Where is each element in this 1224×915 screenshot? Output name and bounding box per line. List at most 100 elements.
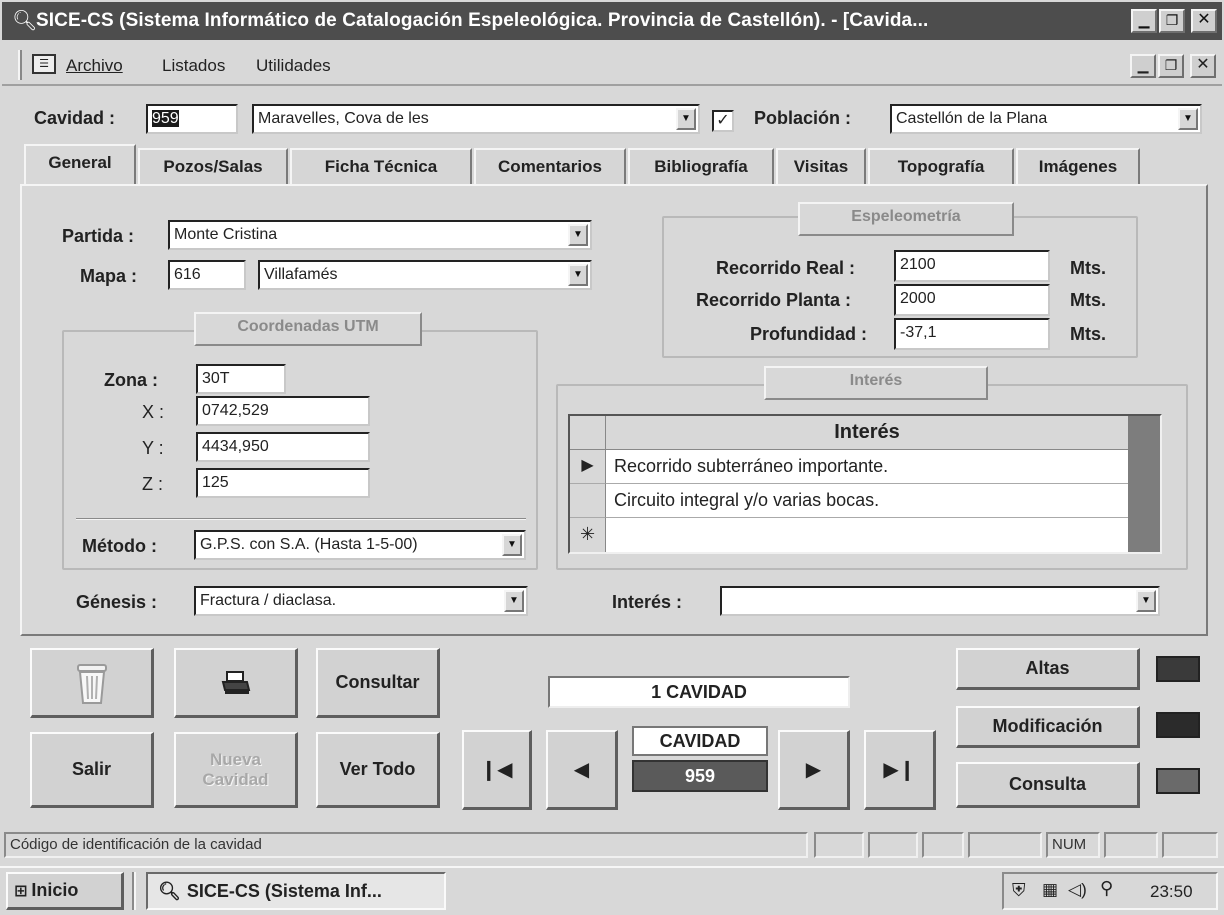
- tab-pozos-salas[interactable]: Pozos/Salas: [138, 148, 288, 184]
- interes-title-text: Interés: [849, 372, 903, 389]
- consulta-button[interactable]: Consulta: [956, 762, 1140, 808]
- taskbar-app-button[interactable]: 🔍︎ SICE-CS (Sistema Inf...: [146, 872, 446, 910]
- tab-visitas-label: Visitas: [793, 157, 849, 176]
- tab-bibliografia[interactable]: Bibliografía: [628, 148, 774, 184]
- cavidad-checkbox[interactable]: ✓: [712, 110, 734, 132]
- row-selector[interactable]: ▶: [570, 450, 606, 484]
- recorrido-planta-unit: Mts.: [1070, 290, 1106, 310]
- tab-imagenes[interactable]: Imágenes: [1016, 148, 1140, 184]
- cavidad-code-input[interactable]: 959: [146, 104, 238, 134]
- system-tray: ⛨ ▦ ◁) ⚲ 23:50: [1002, 872, 1218, 910]
- metodo-value: G.P.S. con S.A. (Hasta 1-5-00): [200, 536, 418, 553]
- genesis-combo[interactable]: Fractura / diaclasa. ▼: [194, 586, 528, 616]
- row-selector[interactable]: ✳: [570, 518, 606, 552]
- recorrido-real-input[interactable]: 2100: [894, 250, 1050, 282]
- child-minimize-button[interactable]: ▁: [1130, 54, 1156, 78]
- interes-grid[interactable]: Interés ▶ Recorrido subterráneo importan…: [568, 414, 1162, 554]
- menu-listados[interactable]: Listados: [162, 56, 225, 76]
- mapa-code-input[interactable]: 616: [168, 260, 246, 290]
- recorrido-planta-input[interactable]: 2000: [894, 284, 1050, 316]
- child-close-button[interactable]: ✕: [1190, 54, 1216, 78]
- utm-title-text: Coordenadas UTM: [237, 318, 379, 335]
- mapa-name-combo[interactable]: Villafamés ▼: [258, 260, 592, 290]
- tab-comentarios[interactable]: Comentarios: [474, 148, 626, 184]
- tab-general-label: General: [48, 153, 112, 172]
- zona-label: Zona :: [104, 370, 158, 390]
- modificacion-indicator: [1156, 712, 1200, 738]
- restore-button[interactable]: ❐: [1159, 9, 1185, 33]
- start-label: Inicio: [31, 880, 79, 900]
- menu-utilidades[interactable]: Utilidades: [256, 56, 331, 76]
- row-selector[interactable]: [570, 484, 606, 518]
- chevron-down-icon[interactable]: ▼: [568, 224, 588, 246]
- tab-ficha-tecnica[interactable]: Ficha Técnica: [290, 148, 472, 184]
- minimize-button[interactable]: ▁: [1131, 9, 1157, 33]
- status-cell: [922, 832, 964, 858]
- chevron-down-icon[interactable]: ▼: [1136, 590, 1156, 612]
- z-label: Z :: [142, 474, 163, 494]
- poblacion-value: Castellón de la Plana: [896, 110, 1048, 127]
- status-cell: [814, 832, 864, 858]
- chevron-down-icon[interactable]: ▼: [568, 264, 588, 286]
- first-record-button[interactable]: ❙◀: [462, 730, 532, 810]
- menu-archivo[interactable]: Archivo: [66, 56, 123, 76]
- new-row-asterisk-icon: ✳: [579, 524, 596, 544]
- consultar-button[interactable]: Consultar: [316, 648, 440, 718]
- printer-icon: [221, 670, 250, 694]
- z-input[interactable]: 125: [196, 468, 370, 498]
- start-button[interactable]: ⊞ Inicio: [6, 872, 124, 910]
- cavidad-label: Cavidad :: [34, 108, 116, 128]
- checkbox-check-icon: ✓: [716, 112, 730, 129]
- current-row-arrow-icon: ▶: [581, 457, 594, 474]
- partida-combo[interactable]: Monte Cristina ▼: [168, 220, 592, 250]
- altas-button[interactable]: Altas: [956, 648, 1140, 690]
- next-record-icon: ▶: [805, 759, 822, 781]
- zona-input[interactable]: 30T: [196, 364, 286, 394]
- grid-scrollbar[interactable]: [1128, 416, 1160, 552]
- salir-label: Salir: [71, 759, 112, 779]
- tab-comentarios-label: Comentarios: [498, 157, 602, 176]
- chevron-down-icon[interactable]: ▼: [504, 590, 524, 612]
- espeleometria-title-text: Espeleometría: [851, 208, 961, 225]
- status-message: Código de identificación de la cavidad: [4, 832, 808, 858]
- salir-button[interactable]: Salir: [30, 732, 154, 808]
- cavidad-name-combo[interactable]: Maravelles, Cova de les ▼: [252, 104, 700, 134]
- close-button[interactable]: ✕: [1191, 9, 1217, 33]
- grid-row[interactable]: Recorrido subterráneo importante.: [606, 450, 1128, 484]
- interes-filter-combo[interactable]: ▼: [720, 586, 1160, 616]
- x-input[interactable]: 0742,529: [196, 396, 370, 426]
- tab-general[interactable]: General: [24, 144, 136, 186]
- y-input[interactable]: 4434,950: [196, 432, 370, 462]
- child-restore-button[interactable]: ❐: [1158, 54, 1184, 78]
- last-record-button[interactable]: ▶❙: [864, 730, 936, 810]
- delete-button[interactable]: [30, 648, 154, 718]
- shield-icon[interactable]: ⛨: [1012, 880, 1026, 901]
- network-icon[interactable]: ▦: [1042, 880, 1058, 900]
- ver-todo-button[interactable]: Ver Todo: [316, 732, 440, 808]
- print-button[interactable]: [174, 648, 298, 718]
- chevron-down-icon[interactable]: ▼: [1178, 108, 1198, 130]
- chevron-down-icon[interactable]: ▼: [676, 108, 696, 130]
- record-label-text: CAVIDAD: [659, 731, 741, 751]
- consulta-indicator: [1156, 768, 1200, 794]
- chevron-down-icon[interactable]: ▼: [502, 534, 522, 556]
- recorrido-real-label: Recorrido Real :: [716, 258, 856, 278]
- profundidad-input[interactable]: -37,1: [894, 318, 1050, 350]
- clock[interactable]: 23:50: [1150, 882, 1193, 902]
- grid-column-header[interactable]: Interés: [606, 416, 1128, 450]
- menu-grip: [18, 50, 22, 80]
- tab-visitas[interactable]: Visitas: [776, 148, 866, 184]
- prev-record-button[interactable]: ◀: [546, 730, 618, 810]
- document-icon[interactable]: ☰: [32, 54, 56, 74]
- modificacion-button[interactable]: Modificación: [956, 706, 1140, 748]
- tab-topografia[interactable]: Topografía: [868, 148, 1014, 184]
- volume-icon[interactable]: ◁): [1068, 880, 1087, 900]
- mapa-label: Mapa :: [80, 266, 138, 286]
- tray-search-icon[interactable]: ⚲: [1100, 878, 1113, 899]
- next-record-button[interactable]: ▶: [778, 730, 850, 810]
- metodo-combo[interactable]: G.P.S. con S.A. (Hasta 1-5-00) ▼: [194, 530, 526, 560]
- grid-row[interactable]: Circuito integral y/o varias bocas.: [606, 484, 1128, 518]
- grid-row-new[interactable]: [606, 518, 1128, 552]
- poblacion-combo[interactable]: Castellón de la Plana ▼: [890, 104, 1202, 134]
- record-number-box[interactable]: 959: [632, 760, 768, 792]
